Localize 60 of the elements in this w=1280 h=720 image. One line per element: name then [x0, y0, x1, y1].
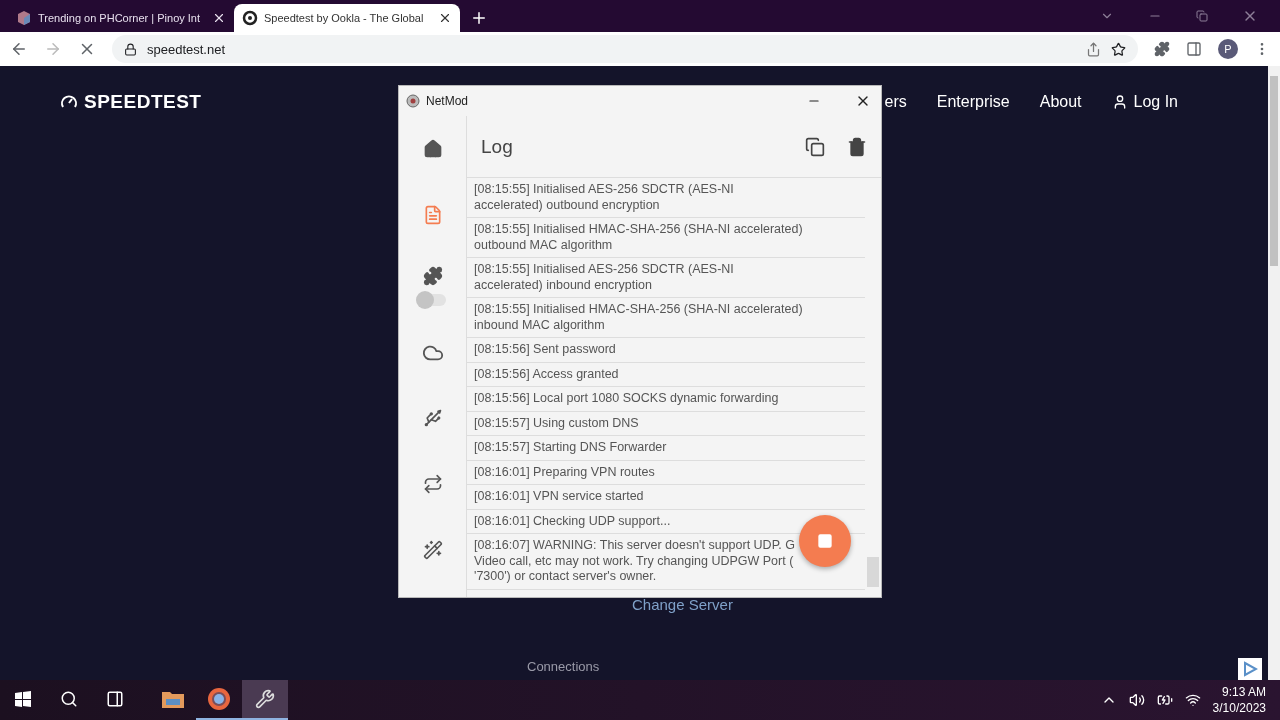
log-entry: [08:16:01] Preparing VPN routes — [467, 460, 865, 485]
log-entry: [08:15:55] Initialised AES-256 SDCTR (AES-NI accelerated) inbound encryption — [467, 258, 865, 298]
change-server-link[interactable]: Change Server — [0, 596, 1268, 613]
window-title: NetMod — [426, 94, 469, 108]
speedtest-logo[interactable]: SPEEDTEST — [60, 91, 202, 113]
wifi-icon[interactable] — [1184, 692, 1201, 708]
windows-icon — [15, 691, 31, 707]
nav-link[interactable]: ers — [884, 93, 907, 111]
play-icon — [1242, 661, 1258, 677]
profile-avatar[interactable]: P — [1218, 39, 1238, 59]
repeat-icon — [422, 474, 443, 495]
usb-icon — [422, 408, 443, 429]
log-heading: Log — [481, 135, 513, 158]
puzzle-icon — [422, 265, 443, 286]
log-entry: [08:15:56] Local port 1080 SOCKS dynamic forwarding — [467, 387, 865, 412]
trash-icon[interactable] — [847, 136, 867, 157]
close-icon[interactable] — [438, 11, 452, 25]
battery-icon[interactable] — [1156, 692, 1173, 708]
log-entry: [08:15:55] Initialised HMAC-SHA-256 (SHA-NI accelerated) inbound MAC algorithm — [467, 298, 865, 338]
nav-link[interactable]: About — [1039, 93, 1082, 111]
browser-tab[interactable]: Trending on PHCorner | Pinoy Int — [8, 4, 234, 32]
nav-link[interactable]: Enterprise — [936, 93, 1010, 111]
address-bar[interactable]: speedtest.net — [112, 35, 1138, 63]
log-entry: [08:16:01] VPN service started — [467, 485, 865, 510]
app-icon — [406, 94, 420, 108]
ad-badge[interactable] — [1238, 658, 1262, 680]
browser-icon — [207, 687, 231, 711]
connections-label: Connections — [527, 659, 600, 674]
folder-icon — [161, 689, 185, 709]
magic-wand-icon — [422, 540, 443, 561]
log-entry: [08:15:56] Sent password — [467, 338, 865, 363]
log-entry: [08:15:57] Using custom DNS — [467, 411, 865, 436]
share-icon[interactable] — [1086, 41, 1101, 57]
log-entry: [08:15:55] Initialised HMAC-SHA-256 (SHA-NI accelerated) outbound MAC algorithm — [467, 218, 865, 258]
star-icon[interactable] — [1111, 41, 1126, 57]
nav-link[interactable]: Log In — [1111, 93, 1178, 111]
search-icon — [60, 690, 78, 708]
taskbar-app[interactable] — [242, 680, 288, 720]
clock[interactable]: 9:13 AM 3/10/2023 — [1212, 685, 1266, 715]
lock-icon — [124, 42, 137, 56]
restore-icon[interactable] — [1196, 10, 1208, 22]
puzzle-icon[interactable] — [1154, 41, 1170, 57]
wrench-icon — [255, 689, 275, 709]
stop-icon — [817, 533, 833, 549]
side-panel-icon[interactable] — [1186, 41, 1202, 57]
volume-icon[interactable] — [1128, 692, 1145, 708]
copy-icon[interactable] — [805, 136, 825, 157]
close-icon[interactable] — [212, 11, 226, 25]
log-entry: [08:15:56] Access granted — [467, 362, 865, 387]
log-entry: [08:15:57] Starting DNS Forwarder — [467, 436, 865, 461]
scrollbar[interactable] — [1268, 66, 1280, 680]
toggle-switch[interactable] — [419, 293, 446, 306]
stop-button[interactable] — [799, 515, 851, 567]
task-view-icon — [106, 690, 124, 708]
browser-tab[interactable]: Speedtest by Ookla - The Global — [234, 4, 460, 32]
log-entry: [08:15:55] Initialised AES-256 SDCTR (AES-NI accelerated) outbound encryption — [467, 178, 865, 218]
cube-icon — [16, 10, 32, 26]
back-icon[interactable] — [10, 40, 28, 58]
home-icon — [422, 138, 443, 159]
new-tab-icon[interactable] — [470, 9, 488, 27]
